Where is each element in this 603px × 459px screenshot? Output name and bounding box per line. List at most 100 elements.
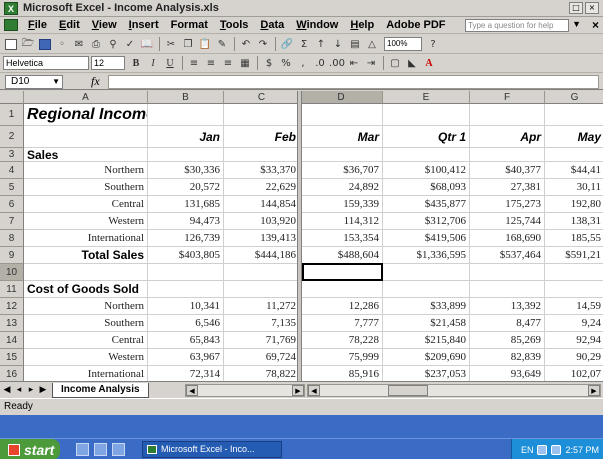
cell-b3[interactable] [148, 148, 224, 162]
cell-c9[interactable]: $444,186 [224, 247, 300, 264]
menu-help[interactable]: Help [344, 19, 380, 31]
help-search-input[interactable]: Type a question for help [465, 19, 569, 32]
cell-e16[interactable]: $237,053 [383, 366, 470, 381]
align-right-icon[interactable]: ≡ [220, 56, 236, 71]
menu-window[interactable]: Window [290, 19, 344, 31]
bold-button[interactable]: B [128, 56, 144, 71]
cell-b16[interactable]: 72,314 [148, 366, 224, 381]
copy-icon[interactable]: ❐ [180, 37, 196, 52]
cell-f16[interactable]: 93,649 [470, 366, 545, 381]
cell-a3[interactable]: Sales [24, 148, 148, 162]
row-header[interactable]: 14 [0, 332, 24, 349]
sheet-tab-income-analysis[interactable]: Income Analysis [52, 382, 149, 398]
cell-c7[interactable]: 103,920 [224, 213, 300, 230]
menu-view[interactable]: View [86, 19, 123, 31]
scroll-left-icon[interactable]: ◀ [186, 385, 198, 396]
comma-style-icon[interactable]: , [295, 56, 311, 71]
permission-icon[interactable]: ◦ [54, 37, 70, 52]
sort-descending-icon[interactable]: ↓ [330, 37, 346, 52]
cell-c6[interactable]: 144,854 [224, 196, 300, 213]
menu-tools[interactable]: Tools [214, 19, 255, 31]
drawing-icon[interactable]: △ [364, 37, 380, 52]
cell-e4[interactable]: $100,412 [383, 162, 470, 179]
cell-d13[interactable]: 7,777 [300, 315, 383, 332]
last-sheet-icon[interactable]: ▶ [38, 385, 48, 395]
cell-g7[interactable]: 138,31 [545, 213, 603, 230]
cell-f11[interactable] [470, 281, 545, 298]
cell-c8[interactable]: 139,413 [224, 230, 300, 247]
cell-c13[interactable]: 7,135 [224, 315, 300, 332]
scroll-left-icon[interactable]: ◀ [308, 385, 320, 396]
help-dropdown-icon[interactable]: ▼ [572, 19, 581, 29]
cell-g16[interactable]: 102,07 [545, 366, 603, 381]
clock[interactable]: 2:57 PM [565, 445, 599, 455]
cell-e3[interactable] [383, 148, 470, 162]
help-icon[interactable]: ? [425, 37, 441, 52]
cell-c12[interactable]: 11,272 [224, 298, 300, 315]
new-icon[interactable] [3, 37, 19, 52]
cell-e2[interactable]: Qtr 1 [383, 126, 470, 148]
cell-c10[interactable] [224, 264, 300, 281]
cell-f10[interactable] [470, 264, 545, 281]
cell-f4[interactable]: $40,377 [470, 162, 545, 179]
undo-icon[interactable]: ↶ [238, 37, 254, 52]
cell-d12[interactable]: 12,286 [300, 298, 383, 315]
horizontal-scrollbar-right[interactable]: ◀ ▶ [307, 384, 601, 397]
row-header[interactable]: 4 [0, 162, 24, 179]
cell-b4[interactable]: $30,336 [148, 162, 224, 179]
cell-d8[interactable]: 153,354 [300, 230, 383, 247]
cell-b12[interactable]: 10,341 [148, 298, 224, 315]
workbook-icon[interactable] [4, 19, 18, 31]
cell-e14[interactable]: $215,840 [383, 332, 470, 349]
cell-g9[interactable]: $591,21 [545, 247, 603, 264]
cell-e7[interactable]: $312,706 [383, 213, 470, 230]
cell-b6[interactable]: 131,685 [148, 196, 224, 213]
formula-input[interactable] [107, 74, 599, 89]
cell-d15[interactable]: 75,999 [300, 349, 383, 366]
cell-d11[interactable] [300, 281, 383, 298]
quicklaunch-desktop-icon[interactable] [94, 443, 107, 456]
cell-d7[interactable]: 114,312 [300, 213, 383, 230]
cell-g12[interactable]: 14,59 [545, 298, 603, 315]
hyperlink-icon[interactable]: 🔗 [279, 37, 295, 52]
column-header-f[interactable]: F [470, 91, 545, 104]
font-size-select[interactable]: 12 [91, 56, 125, 70]
row-header[interactable]: 1 [0, 104, 24, 126]
excel-app-icon[interactable]: X [4, 1, 18, 15]
cell-f8[interactable]: 168,690 [470, 230, 545, 247]
cell-f12[interactable]: 13,392 [470, 298, 545, 315]
cell-f6[interactable]: 175,273 [470, 196, 545, 213]
row-header[interactable]: 13 [0, 315, 24, 332]
research-icon[interactable]: 📖 [139, 37, 155, 52]
italic-button[interactable]: I [145, 56, 161, 71]
cell-d2[interactable]: Mar [300, 126, 383, 148]
cell-a6[interactable]: Central [24, 196, 148, 213]
cell-a11[interactable]: Cost of Goods Sold [24, 281, 148, 298]
print-preview-icon[interactable]: ⚲ [105, 37, 121, 52]
cell-d14[interactable]: 78,228 [300, 332, 383, 349]
cell-d16[interactable]: 85,916 [300, 366, 383, 381]
column-header-c[interactable]: C [224, 91, 300, 104]
cell-g10[interactable] [545, 264, 603, 281]
row-header[interactable]: 11 [0, 281, 24, 298]
cell-g5[interactable]: 30,11 [545, 179, 603, 196]
row-header[interactable]: 16 [0, 366, 24, 381]
cell-f15[interactable]: 82,839 [470, 349, 545, 366]
worksheet-grid[interactable]: A B C D E F G 1 Regional Income 2 Jan Feb Mar Qtr 1 Ap… [0, 91, 603, 381]
decrease-indent-icon[interactable]: ⇤ [346, 56, 362, 71]
cell-e1[interactable] [383, 104, 470, 126]
cell-c16[interactable]: 78,822 [224, 366, 300, 381]
pane-split-bar[interactable] [297, 91, 302, 381]
close-window-button[interactable]: × [585, 2, 599, 14]
cell-e13[interactable]: $21,458 [383, 315, 470, 332]
quicklaunch-browser-icon[interactable] [76, 443, 89, 456]
cell-c1[interactable] [224, 104, 300, 126]
cell-c15[interactable]: 69,724 [224, 349, 300, 366]
cell-e12[interactable]: $33,899 [383, 298, 470, 315]
cell-e10[interactable] [383, 264, 470, 281]
cell-a9[interactable]: Total Sales [24, 247, 148, 264]
menu-data[interactable]: Data [254, 19, 290, 31]
decrease-decimal-icon[interactable]: .00 [329, 56, 345, 71]
cell-d5[interactable]: 24,892 [300, 179, 383, 196]
cell-d1[interactable] [300, 104, 383, 126]
